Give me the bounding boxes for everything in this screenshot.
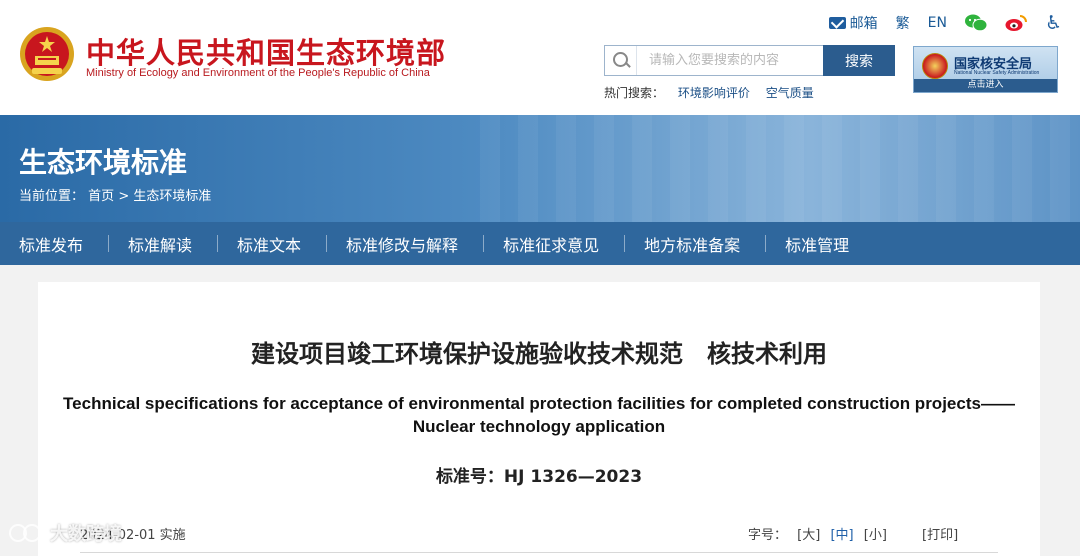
search-button[interactable]: 搜索 <box>823 45 895 76</box>
section-banner: 生态环境标准 当前位置： 首页 > 生态环境标准 <box>0 115 1080 222</box>
meta-divider <box>80 552 998 553</box>
site-header: 中华人民共和国生态环境部 Ministry of Ecology and Env… <box>0 0 1080 115</box>
mail-label: 邮箱 <box>849 16 878 32</box>
nav-item-standard-amendment[interactable]: 标准修改与解释 <box>327 222 485 265</box>
font-size-small-button[interactable]: [小] <box>864 528 887 543</box>
font-size-large-button[interactable]: [大] <box>797 528 820 543</box>
nnsa-emblem-icon <box>922 53 948 79</box>
site-title[interactable]: 中华人民共和国生态环境部 <box>86 30 446 72</box>
nnsa-banner[interactable]: 国家核安全局 National Nuclear Safety Administr… <box>913 46 1058 93</box>
main-nav: 标准发布 标准解读 标准文本 标准修改与解释 标准征求意见 地方标准备案 标准管… <box>0 222 1080 265</box>
search-box <box>604 45 824 76</box>
hot-search-link[interactable]: 空气质量 <box>766 86 814 100</box>
breadcrumb-current[interactable]: 生态环境标准 <box>133 189 211 204</box>
nav-item-local-standard-filing[interactable]: 地方标准备案 <box>625 222 767 265</box>
search-icon <box>605 46 637 75</box>
weibo-icon <box>1005 15 1027 31</box>
watermark: 大数跨境 <box>8 520 122 546</box>
site-subtitle: Ministry of Ecology and Environment of t… <box>86 67 430 79</box>
watermark-logo-icon <box>9 524 41 542</box>
english-link[interactable]: EN <box>928 15 947 31</box>
accessibility-icon: ♿ <box>1044 12 1062 34</box>
accessibility-link[interactable]: ♿ <box>1045 12 1062 34</box>
breadcrumb-home[interactable]: 首页 <box>88 189 114 204</box>
traditional-chinese-link[interactable]: 繁 <box>896 13 910 33</box>
national-emblem-icon[interactable] <box>18 24 76 84</box>
document-panel: 建设项目竣工环境保护设施验收技术规范 核技术利用 Technical speci… <box>38 282 1040 556</box>
mail-icon <box>828 17 846 29</box>
watermark-text: 大数跨境 <box>50 524 122 545</box>
standard-number: 标准号：HJ 1326—2023 <box>435 467 643 487</box>
mail-link[interactable]: 邮箱 <box>828 13 878 33</box>
breadcrumb: 当前位置： 首页 > 生态环境标准 <box>19 185 211 204</box>
weibo-link[interactable] <box>1005 14 1027 32</box>
font-size-control: 字号： [大] [中] [小] <box>748 524 887 543</box>
print-button[interactable]: [打印] <box>922 524 958 543</box>
font-size-medium-button[interactable]: [中] <box>830 528 853 543</box>
nav-item-standard-release[interactable]: 标准发布 <box>0 222 110 265</box>
breadcrumb-separator: > <box>118 189 130 204</box>
hot-search-link[interactable]: 环境影响评价 <box>678 86 750 100</box>
document-meta: 2024-02-01 实施 字号： [大] [中] [小] [打印] <box>38 522 1040 544</box>
document-title-cn: 建设项目竣工环境保护设施验收技术规范 核技术利用 <box>251 340 827 368</box>
nav-item-standard-interpretation[interactable]: 标准解读 <box>109 222 219 265</box>
nav-item-standard-text[interactable]: 标准文本 <box>218 222 328 265</box>
hot-search: 热门搜索： 环境影响评价 空气质量 <box>604 84 826 101</box>
search-input[interactable] <box>637 47 817 74</box>
wechat-icon <box>964 14 987 32</box>
nnsa-enter-button[interactable]: 点击进入 <box>914 79 1057 92</box>
font-size-label: 字号： <box>748 528 788 543</box>
nav-item-standard-management[interactable]: 标准管理 <box>766 222 875 265</box>
top-links: 邮箱 繁 EN ♿ <box>811 12 1062 34</box>
nav-item-standard-consultation[interactable]: 标准征求意见 <box>484 222 626 265</box>
breadcrumb-label: 当前位置： <box>19 189 85 204</box>
document-title-en: Technical specifications for acceptance … <box>63 394 1015 436</box>
section-title: 生态环境标准 <box>19 146 188 179</box>
wechat-link[interactable] <box>964 14 987 32</box>
nnsa-subtitle: National Nuclear Safety Administration <box>954 70 1040 76</box>
hot-search-label: 热门搜索： <box>604 86 665 100</box>
